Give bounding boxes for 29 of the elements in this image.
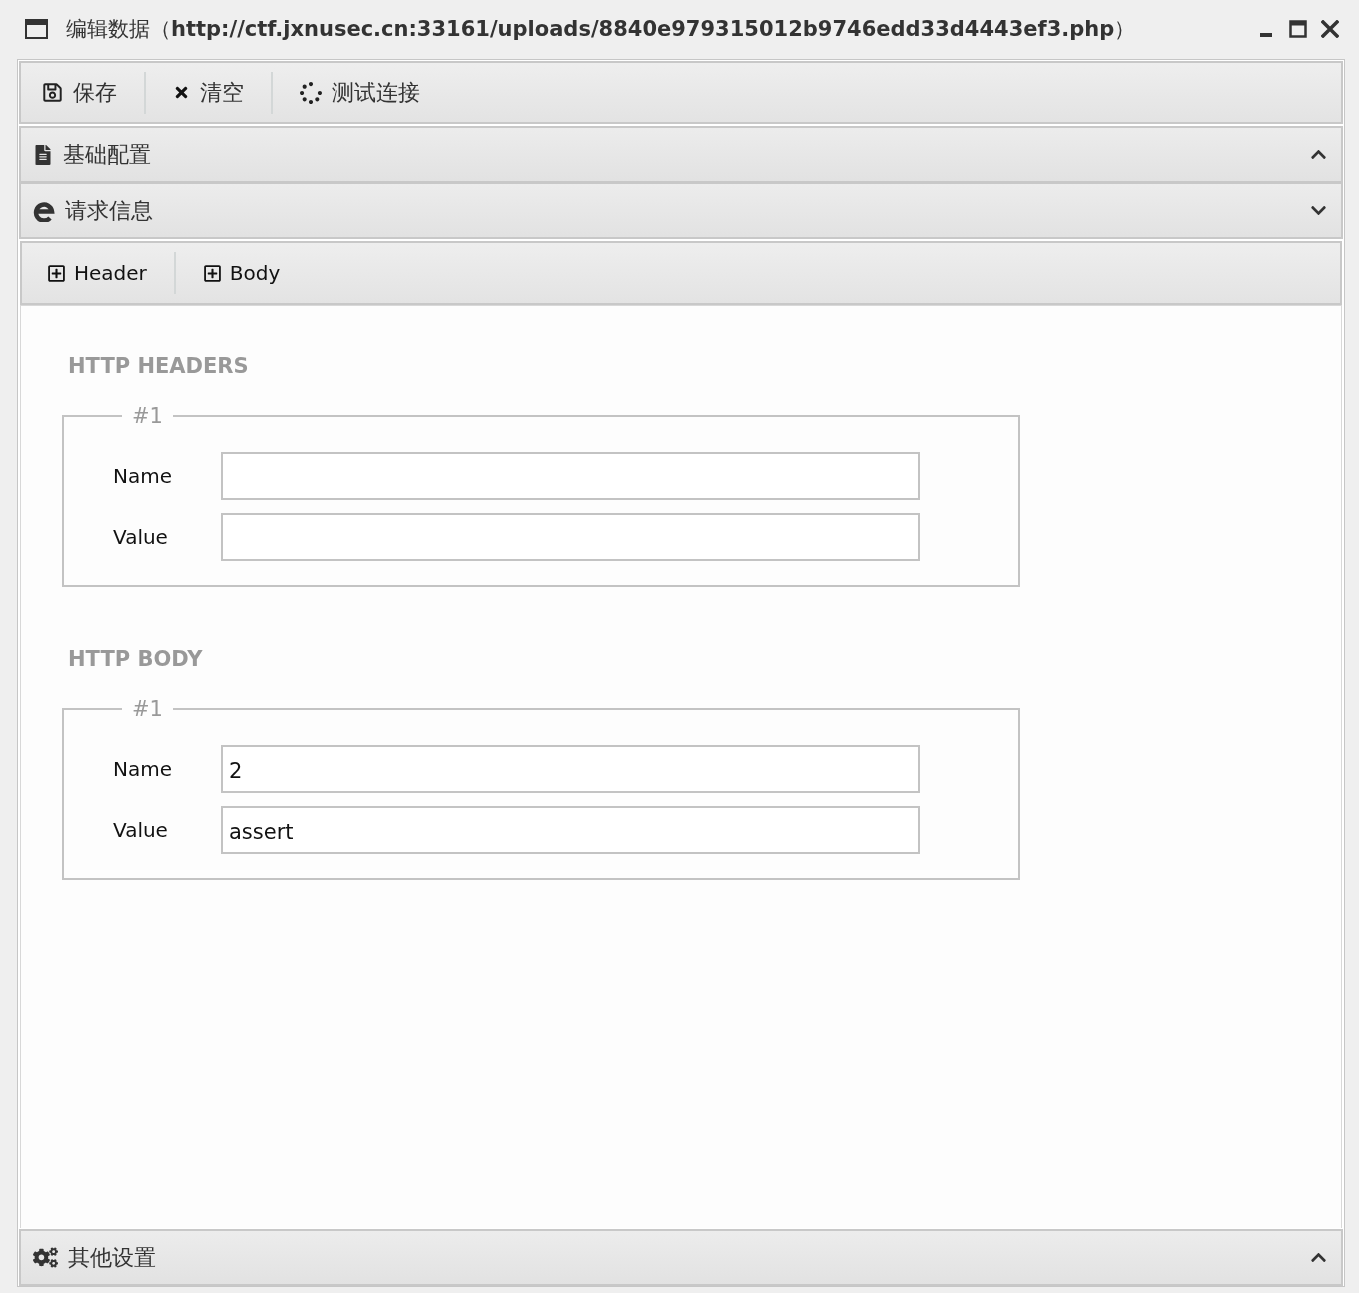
document-icon [33,144,53,165]
close-icon[interactable] [1321,19,1339,38]
toolbar-button[interactable]: 清空 [163,70,254,115]
field-label: Name [113,464,173,488]
spinner-icon [300,81,322,104]
window-icon [25,18,48,39]
gears-icon [33,1245,58,1270]
group-legend: #1 [122,402,173,430]
text-field[interactable] [221,452,920,500]
toolbar-button[interactable]: 测试连接 [290,70,430,115]
panel-header[interactable]: 基础配置 [19,126,1343,183]
text-field[interactable]: 2 [221,745,920,793]
text-field[interactable] [221,513,920,561]
field-label: Name [113,757,173,781]
group-legend: #1 [122,695,173,723]
maximize-icon[interactable] [1289,19,1307,38]
letter-e-icon [33,199,55,222]
section-heading: HTTP HEADERS [68,353,250,380]
window-title: 编辑数据（http://ctf.jxnusec.cn:33161/uploads/8840e979315012b9746edd33d4443ef3.php） [66,15,1137,43]
panel-header[interactable]: 其他设置 [19,1229,1343,1286]
field-label: Value [113,525,169,549]
toolbar-button[interactable]: Header [37,251,157,295]
toolbar-button[interactable]: 保存 [32,70,127,115]
text-field[interactable]: assert [221,806,920,854]
section-heading: HTTP BODY [68,646,204,673]
close-icon [173,84,190,101]
panel-header[interactable]: 请求信息 [19,182,1343,239]
toolbar-button[interactable]: Body [192,251,291,295]
field-label: Value [113,818,169,842]
